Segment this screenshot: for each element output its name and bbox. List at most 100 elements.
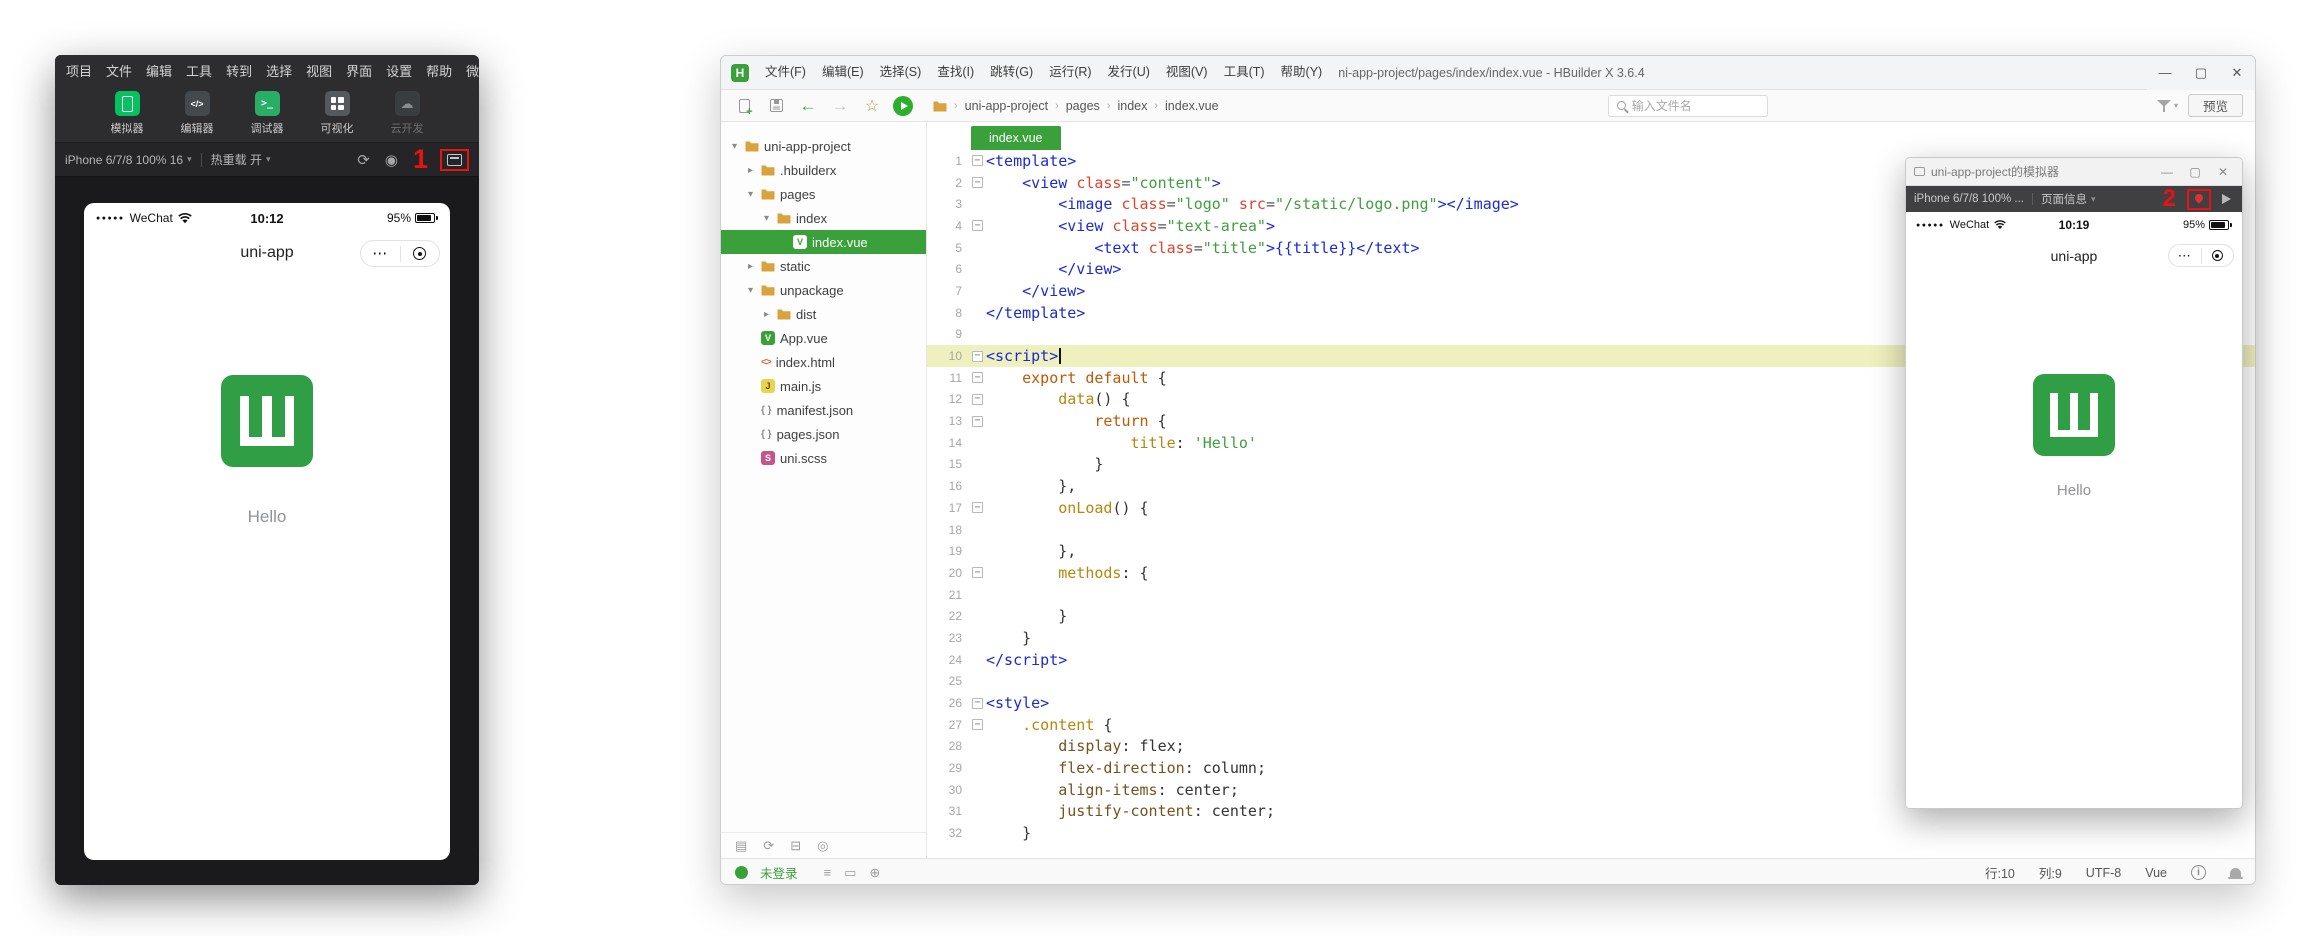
- navigate-back-icon[interactable]: ←: [797, 95, 819, 117]
- tree-item-dist[interactable]: ▸dist: [721, 302, 926, 326]
- sync-icon[interactable]: ⊕: [869, 865, 880, 881]
- send-to-device-icon[interactable]: [2222, 194, 2231, 204]
- toolbar-button-cloud[interactable]: ☁云开发: [381, 91, 433, 136]
- tree-item-index.html[interactable]: <>index.html: [721, 350, 926, 374]
- breadcrumb-item[interactable]: index: [1117, 99, 1147, 113]
- navigate-forward-icon[interactable]: →: [829, 95, 851, 117]
- fold-toggle-icon[interactable]: −: [972, 351, 983, 362]
- simulator-device-selector[interactable]: iPhone 6/7/8 100% ...: [1914, 193, 2024, 205]
- chevron-right-icon[interactable]: ▸: [745, 261, 756, 272]
- footer-refresh-icon[interactable]: ⟳: [763, 838, 774, 854]
- menu-item[interactable]: 跳转(G): [982, 56, 1041, 89]
- run-icon[interactable]: [893, 96, 913, 116]
- exit-button[interactable]: [401, 247, 440, 260]
- breadcrumb-item[interactable]: uni-app-project: [965, 99, 1048, 113]
- menu-item[interactable]: 文件(F): [757, 56, 814, 89]
- chevron-down-icon[interactable]: ▾: [745, 189, 756, 200]
- tree-item-pages[interactable]: ▾pages: [721, 182, 926, 206]
- chevron-right-icon[interactable]: ▸: [745, 165, 756, 176]
- more-button[interactable]: ⋯: [2169, 249, 2201, 262]
- refresh-icon[interactable]: ⟳: [354, 151, 373, 169]
- minimize-button[interactable]: —: [2156, 165, 2178, 179]
- toolbar-button-visualization[interactable]: 可视化: [311, 91, 363, 136]
- fold-toggle-icon[interactable]: −: [972, 220, 983, 231]
- chevron-down-icon[interactable]: ▾: [745, 285, 756, 296]
- menu-item[interactable]: 帮助: [419, 61, 459, 80]
- menu-item[interactable]: 微信开发者工具: [459, 61, 479, 80]
- list-icon[interactable]: ≡: [824, 865, 832, 881]
- cursor-line[interactable]: 行:10: [1985, 863, 2015, 882]
- footer-locate-icon[interactable]: ◎: [817, 838, 828, 854]
- fold-toggle-icon[interactable]: −: [972, 177, 983, 188]
- chevron-down-icon[interactable]: ▾: [761, 213, 772, 224]
- device-selector[interactable]: iPhone 6/7/8 100% 16 ▾: [65, 153, 192, 167]
- filter-control[interactable]: ▾: [2157, 99, 2178, 113]
- tree-item-static[interactable]: ▸static: [721, 254, 926, 278]
- tree-item-.hbuilderx[interactable]: ▸.hbuilderx: [721, 158, 926, 182]
- tree-item-uni.scss[interactable]: Suni.scss: [721, 446, 926, 470]
- more-button[interactable]: ⋯: [361, 246, 400, 261]
- minimize-button[interactable]: —: [2147, 56, 2183, 90]
- breadcrumb-item[interactable]: pages: [1066, 99, 1100, 113]
- tree-item-main.js[interactable]: Jmain.js: [721, 374, 926, 398]
- menu-item[interactable]: 编辑(E): [814, 56, 872, 89]
- fold-toggle-icon[interactable]: −: [972, 719, 983, 730]
- code-line-32[interactable]: 32 }: [927, 822, 2255, 844]
- console-icon[interactable]: ▭: [844, 865, 856, 881]
- fold-toggle-icon[interactable]: −: [972, 394, 983, 405]
- tree-item-App.vue[interactable]: VApp.vue: [721, 326, 926, 350]
- fold-toggle-icon[interactable]: −: [972, 567, 983, 578]
- tree-item-unpackage[interactable]: ▾unpackage: [721, 278, 926, 302]
- menu-item[interactable]: 项目: [59, 61, 99, 80]
- fold-toggle-icon[interactable]: −: [972, 372, 983, 383]
- fold-toggle-icon[interactable]: −: [972, 698, 983, 709]
- menu-item[interactable]: 文件: [99, 61, 139, 80]
- menu-item[interactable]: 视图(V): [1158, 56, 1216, 89]
- menu-item[interactable]: 设置: [379, 61, 419, 80]
- search-input[interactable]: [1632, 99, 1759, 113]
- maximize-button[interactable]: ▢: [2183, 56, 2219, 90]
- fold-toggle-icon[interactable]: −: [972, 502, 983, 513]
- detach-window-icon[interactable]: [447, 154, 462, 166]
- chevron-right-icon[interactable]: ▸: [761, 309, 772, 320]
- menu-item[interactable]: 帮助(Y): [1273, 56, 1331, 89]
- tree-item-index[interactable]: ▾index: [721, 206, 926, 230]
- info-icon[interactable]: i: [2191, 865, 2206, 880]
- menu-item[interactable]: 运行(R): [1041, 56, 1099, 89]
- menu-item[interactable]: 工具: [179, 61, 219, 80]
- fold-toggle-icon[interactable]: −: [972, 416, 983, 427]
- new-file-icon[interactable]: [733, 95, 755, 117]
- menu-item[interactable]: 转到: [219, 61, 259, 80]
- notification-bell-icon[interactable]: [2230, 868, 2241, 878]
- hot-reload-toggle[interactable]: 热重载 开 ▾: [211, 151, 271, 168]
- maximize-button[interactable]: ▢: [2184, 165, 2206, 179]
- menu-item[interactable]: 查找(I): [929, 56, 982, 89]
- exit-button[interactable]: [2202, 250, 2234, 261]
- tree-item-uni-app-project[interactable]: ▾uni-app-project: [721, 134, 926, 158]
- bookmark-star-icon[interactable]: ☆: [861, 95, 883, 117]
- language-mode-label[interactable]: Vue: [2145, 866, 2167, 880]
- tree-item-pages.json[interactable]: { }pages.json: [721, 422, 926, 446]
- chevron-down-icon[interactable]: ▾: [729, 141, 740, 152]
- page-info-dropdown[interactable]: 页面信息 ▾: [2041, 191, 2096, 207]
- menu-item[interactable]: 界面: [339, 61, 379, 80]
- encoding-label[interactable]: UTF-8: [2086, 866, 2121, 880]
- breadcrumb-item[interactable]: index.vue: [1165, 99, 1219, 113]
- toolbar-button-debugger[interactable]: >_调试器: [241, 91, 293, 136]
- pin-to-top-icon[interactable]: [2193, 193, 2205, 206]
- menu-item[interactable]: 选择: [259, 61, 299, 80]
- menu-item[interactable]: 工具(T): [1216, 56, 1273, 89]
- tree-item-manifest.json[interactable]: { }manifest.json: [721, 398, 926, 422]
- save-icon[interactable]: [765, 95, 787, 117]
- toolbar-button-editor[interactable]: </>编辑器: [171, 91, 223, 136]
- close-button[interactable]: ✕: [2212, 165, 2234, 179]
- menu-item[interactable]: 选择(S): [872, 56, 930, 89]
- menu-item[interactable]: 视图: [299, 61, 339, 80]
- tab-index-vue[interactable]: index.vue: [971, 126, 1061, 150]
- toolbar-button-simulator[interactable]: 模拟器: [101, 91, 153, 136]
- cursor-column[interactable]: 列:9: [2039, 863, 2062, 882]
- footer-collapse-icon[interactable]: ⊟: [790, 838, 801, 854]
- menu-item[interactable]: 编辑: [139, 61, 179, 80]
- menu-item[interactable]: 发行(U): [1100, 56, 1158, 89]
- login-status[interactable]: 未登录: [760, 863, 798, 882]
